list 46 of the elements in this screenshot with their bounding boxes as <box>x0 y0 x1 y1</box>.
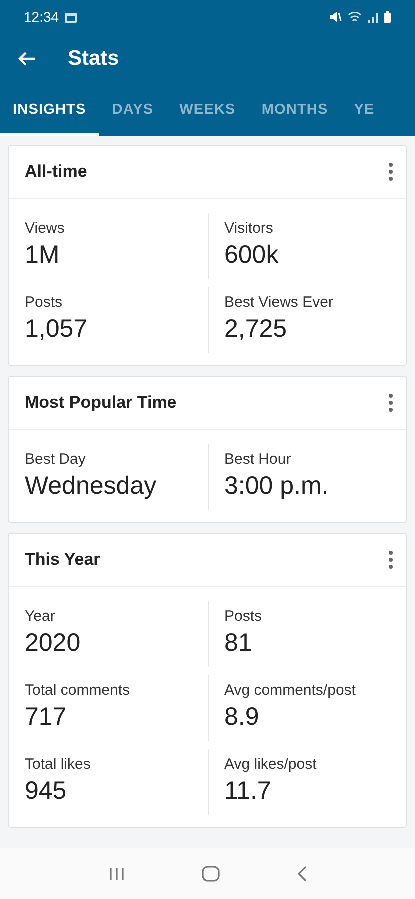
stat-label: Avg likes/post <box>224 756 318 773</box>
mute-icon <box>329 11 342 23</box>
stat-value: 2,725 <box>224 315 288 344</box>
stat-label: Avg comments/post <box>224 682 357 699</box>
tab[interactable]: MONTHS <box>248 84 342 136</box>
stat-value: 81 <box>224 629 254 658</box>
stat-value: 1M <box>25 241 61 270</box>
recent-apps-icon[interactable] <box>108 866 124 880</box>
stat-label: Best Day <box>25 451 87 468</box>
calendar-icon <box>65 12 78 22</box>
stat-value: 945 <box>25 777 68 806</box>
stat-label: Posts <box>25 294 64 311</box>
tab[interactable]: INSIGHTS <box>0 84 100 136</box>
card-title: This Year <box>25 550 100 570</box>
stat-value: Wednesday <box>25 472 158 501</box>
stat-value: 11.7 <box>224 777 272 806</box>
stat-label: Visitors <box>224 220 274 237</box>
tab[interactable]: YE <box>341 84 388 136</box>
stat-value: 600k <box>224 241 280 270</box>
battery-icon <box>384 11 391 23</box>
stat-label: Best Hour <box>224 451 292 468</box>
tab[interactable]: WEEKS <box>166 84 249 136</box>
card-title: All-time <box>25 162 88 182</box>
card-title: Most Popular Time <box>25 393 177 413</box>
screen-title: Stats <box>68 47 120 71</box>
more-icon[interactable] <box>388 393 394 413</box>
stat-label: Year <box>25 608 56 625</box>
stat-value: 3:00 p.m. <box>224 472 330 501</box>
stat-label: Best Views Ever <box>224 294 334 311</box>
stat-value: 717 <box>25 703 68 732</box>
back-arrow-icon[interactable] <box>18 51 36 67</box>
more-icon[interactable] <box>388 162 394 182</box>
stat-value: 8.9 <box>224 703 260 732</box>
home-icon[interactable] <box>202 866 220 882</box>
status-time: 12:34 <box>24 9 60 25</box>
wifi-icon <box>348 11 362 23</box>
more-icon[interactable] <box>388 550 394 570</box>
stat-label: Views <box>25 220 66 237</box>
stat-label: Posts <box>224 608 264 625</box>
tab[interactable]: DAYS <box>99 84 167 136</box>
stat-value: 2020 <box>25 629 82 658</box>
stat-label: Total likes <box>25 756 92 773</box>
stat-label: Total comments <box>25 682 132 699</box>
back-icon[interactable] <box>296 866 306 882</box>
stat-value: 1,057 <box>25 315 89 344</box>
signal-icon <box>368 12 378 22</box>
